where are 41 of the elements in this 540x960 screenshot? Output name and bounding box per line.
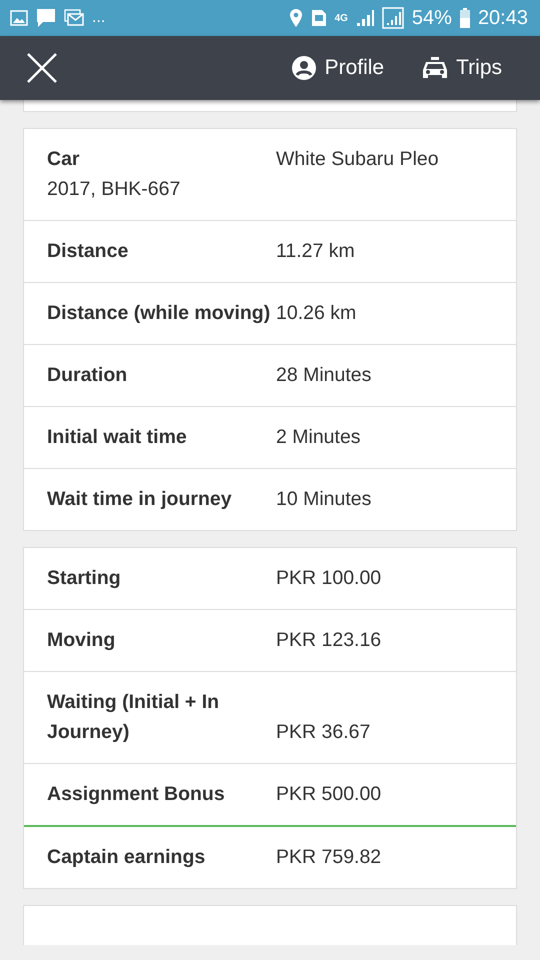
chat-icon [36, 8, 56, 28]
row-label: Wait time in journey [47, 487, 233, 512]
row-label: Captain earnings [47, 845, 206, 870]
row-label: Initial wait time [47, 425, 188, 450]
row-label: Duration [47, 363, 128, 388]
row-value: PKR 759.82 [276, 845, 382, 870]
row-value: PKR 123.16 [276, 628, 382, 653]
row-label: Car [47, 147, 81, 172]
row-value: 10 Minutes [276, 487, 372, 512]
sim-card-icon [310, 9, 327, 27]
row-label: Waiting (Initial + In Journey) [47, 690, 220, 745]
location-icon [288, 8, 303, 28]
car-icon [422, 56, 448, 80]
row-label: Distance (while moving) [47, 301, 272, 326]
row-label: Moving [47, 628, 116, 653]
row-value: 11.27 km [276, 239, 356, 264]
signal-icon [356, 9, 374, 27]
row-value: PKR 500.00 [276, 782, 382, 807]
image-icon [10, 10, 28, 26]
row-value: White Subaru Pleo [276, 147, 440, 172]
battery-icon [460, 8, 470, 28]
row-value: 28 Minutes [276, 363, 372, 388]
nav-link[interactable]: Profile [290, 52, 384, 84]
row-label: Assignment Bonus [47, 782, 226, 807]
row-value: 2 Minutes [276, 425, 362, 450]
profile-icon [290, 55, 317, 81]
nav-link[interactable]: Trips [422, 52, 502, 84]
row-value: 10.26 km [276, 301, 358, 326]
signal-icon [382, 7, 404, 29]
battery-level: 54% [412, 6, 452, 31]
row-label: Distance [47, 239, 130, 264]
mail-icon [64, 9, 84, 27]
more-indicator: ... [92, 8, 106, 28]
row-label: Starting [47, 566, 122, 591]
clock: 20:43 [478, 6, 528, 31]
close-button[interactable] [26, 52, 58, 84]
row-value: PKR 36.67 [276, 720, 372, 745]
row-subtitle: 2017, BHK-667 [47, 177, 182, 202]
network-type: 4G [334, 12, 348, 26]
close-icon [26, 52, 58, 84]
row-value: PKR 100.00 [276, 566, 382, 591]
